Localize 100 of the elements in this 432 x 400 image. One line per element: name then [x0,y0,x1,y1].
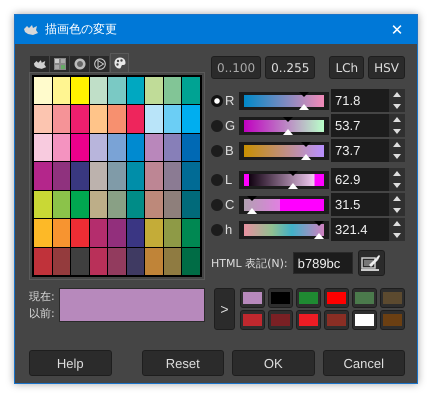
palette-swatch[interactable] [71,134,89,162]
palette-swatch[interactable] [108,162,126,190]
channel-slider[interactable] [239,170,329,188]
palette-swatch[interactable] [71,219,89,247]
radio-button[interactable] [211,198,223,210]
palette-swatch[interactable] [52,248,70,275]
value-spinbox[interactable]: 62.9 [331,168,405,191]
palette-swatch[interactable] [108,134,126,162]
palette-swatch[interactable] [52,219,70,247]
palette-swatch[interactable] [164,134,182,162]
history-swatch[interactable] [240,288,265,308]
palette-swatch[interactable] [52,162,70,190]
close-button[interactable]: ✕ [377,15,417,44]
palette-swatch[interactable] [126,219,144,247]
palette-swatch[interactable] [145,248,163,275]
palette-swatch[interactable] [90,77,108,104]
palette-swatch[interactable] [52,134,70,162]
palette-swatch[interactable] [90,219,108,247]
value-spinbox[interactable]: 71.8 [331,89,405,112]
channel-slider[interactable] [239,116,329,134]
history-swatch[interactable] [240,310,265,330]
palette-swatch[interactable] [164,162,182,190]
palette-swatch[interactable] [71,77,89,104]
slider-thumb[interactable] [282,116,294,134]
palette-swatch[interactable] [34,219,52,247]
palette-swatch[interactable] [182,248,200,275]
history-swatch[interactable] [380,310,405,330]
selector-tab[interactable] [90,56,109,72]
palette-swatch[interactable] [71,105,89,133]
history-swatch[interactable] [324,288,349,308]
selector-tab[interactable] [70,56,89,72]
history-swatch[interactable] [324,310,349,330]
palette-swatch[interactable] [90,162,108,190]
slider-thumb[interactable] [300,142,312,160]
history-swatch[interactable] [380,288,405,308]
palette-swatch[interactable] [164,248,182,275]
up-arrow-icon[interactable] [393,221,401,226]
color-model-button[interactable]: HSV [368,56,405,79]
palette-swatch[interactable] [182,77,200,104]
palette-swatch[interactable] [90,105,108,133]
palette-swatch[interactable] [182,134,200,162]
palette-swatch[interactable] [182,190,200,218]
palette-swatch[interactable] [52,190,70,218]
palette-swatch[interactable] [34,162,52,190]
history-swatch[interactable] [268,310,293,330]
up-arrow-icon[interactable] [393,196,401,202]
palette-swatch[interactable] [126,162,144,190]
palette-swatch[interactable] [34,190,52,218]
palette-swatch[interactable] [145,190,163,218]
value-spinbox[interactable]: 73.7 [331,139,405,162]
down-arrow-icon[interactable] [393,208,401,213]
palette-swatch[interactable] [126,77,144,104]
color-picker-button[interactable] [358,250,385,276]
palette-swatch[interactable] [164,190,182,218]
dialog-button[interactable]: Help [29,350,112,376]
palette-swatch[interactable] [71,162,89,190]
slider-thumb[interactable] [313,220,326,238]
palette-swatch[interactable] [52,77,70,104]
channel-slider[interactable] [239,142,329,160]
palette-swatch[interactable] [164,77,182,104]
palette-swatch[interactable] [164,219,182,247]
palette-swatch[interactable] [182,162,200,190]
up-arrow-icon[interactable] [393,117,401,122]
palette-swatch[interactable] [108,105,126,133]
palette-swatch[interactable] [52,105,70,133]
slider-thumb[interactable] [246,196,258,214]
range-button[interactable]: 0..255 [265,56,316,79]
palette-swatch[interactable] [126,190,144,218]
selector-tab[interactable] [50,56,69,72]
palette-swatch[interactable] [108,190,126,218]
channel-slider[interactable] [239,92,329,110]
history-swatch[interactable] [296,310,321,330]
palette-swatch[interactable] [145,219,163,247]
palette-swatch[interactable] [145,77,163,104]
down-arrow-icon[interactable] [393,154,401,159]
slider-thumb[interactable] [298,92,310,110]
palette-swatch[interactable] [182,219,200,247]
radio-button[interactable] [211,224,223,236]
color-model-button[interactable]: LCh [329,56,364,79]
history-swatch[interactable] [268,288,293,308]
slider-thumb[interactable] [287,170,299,188]
palette-swatch[interactable] [108,77,126,104]
up-arrow-icon[interactable] [393,92,401,98]
selector-tab[interactable] [30,56,49,72]
dialog-button[interactable]: Cancel [322,350,405,376]
palette-swatch[interactable] [126,134,144,162]
down-arrow-icon[interactable] [393,104,401,109]
add-to-history-button[interactable]: > [214,288,235,330]
dialog-button[interactable]: Reset [142,350,224,376]
dialog-button[interactable]: OK [232,350,314,376]
channel-slider[interactable] [239,196,329,214]
down-arrow-icon[interactable] [393,128,401,134]
down-arrow-icon[interactable] [393,232,401,238]
history-swatch[interactable] [296,288,321,308]
radio-button[interactable] [211,94,223,106]
value-spinbox[interactable]: 53.7 [331,114,405,137]
value-spinbox[interactable]: 321.4 [331,218,405,241]
palette-swatch[interactable] [126,248,144,275]
palette-swatch[interactable] [90,134,108,162]
palette-swatch[interactable] [34,105,52,133]
